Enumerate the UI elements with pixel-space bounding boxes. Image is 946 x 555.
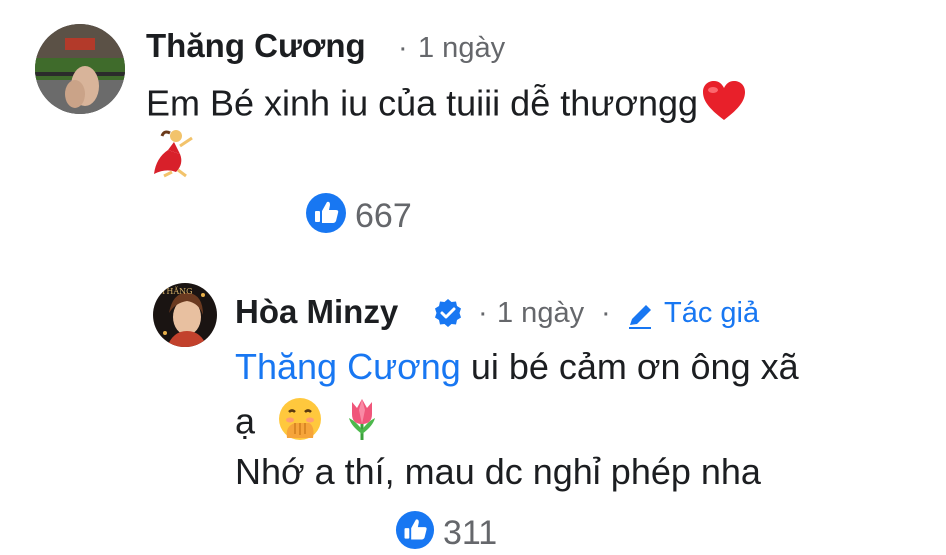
reply-like-count: 311 [443,513,498,552]
author-badge: Tác giả [664,297,760,329]
reply-text-1: ui bé cảm ơn ông xã [460,346,799,387]
reply-mention-link[interactable]: Thăng Cương [235,346,461,387]
comment-author-name[interactable]: Thăng Cương [146,26,366,66]
reply-text-2: ạ [235,400,256,442]
reply-text-line-1: Thăng Cương ui bé cảm ơn ông xã [235,345,799,389]
comment-like-count: 667 [355,196,412,235]
reply-text-line-2: ạ [235,396,385,452]
comment-author-avatar[interactable] [35,24,125,114]
reply-author-avatar[interactable]: THĂNG [153,283,217,347]
comment-time[interactable]: 1 ngày [418,28,505,68]
verified-badge-icon [433,298,463,333]
reply-dot-1: · [478,297,488,329]
reply-text-line-3: Nhớ a thí, mau dc nghỉ phép nha [235,450,761,494]
pencil-icon [624,300,656,337]
reply-like-summary[interactable]: 311 [395,510,497,555]
comment-dot: · [398,32,408,64]
hand-over-mouth-emoji [277,396,323,452]
reply-text-3: Nhớ a thí, mau dc nghỉ phép nha [235,451,761,492]
comment-like-summary[interactable]: 667 [305,192,412,239]
tulip-emoji [339,396,385,452]
reply-avatar-caption: THĂNG [161,287,193,296]
dancer-emoji [150,128,198,178]
like-icon [395,510,435,555]
like-icon [305,192,347,239]
comment-text-line: Em Bé xinh iu của tuiii dễ thươngg [146,79,748,133]
red-heart-emoji [700,79,748,133]
comment-text: Em Bé xinh iu của tuiii dễ thươngg [146,82,699,124]
reply-author-name[interactable]: Hòa Minzy [235,292,398,332]
reply-dot-2: · [601,297,611,329]
reply-time[interactable]: 1 ngày [497,293,584,333]
